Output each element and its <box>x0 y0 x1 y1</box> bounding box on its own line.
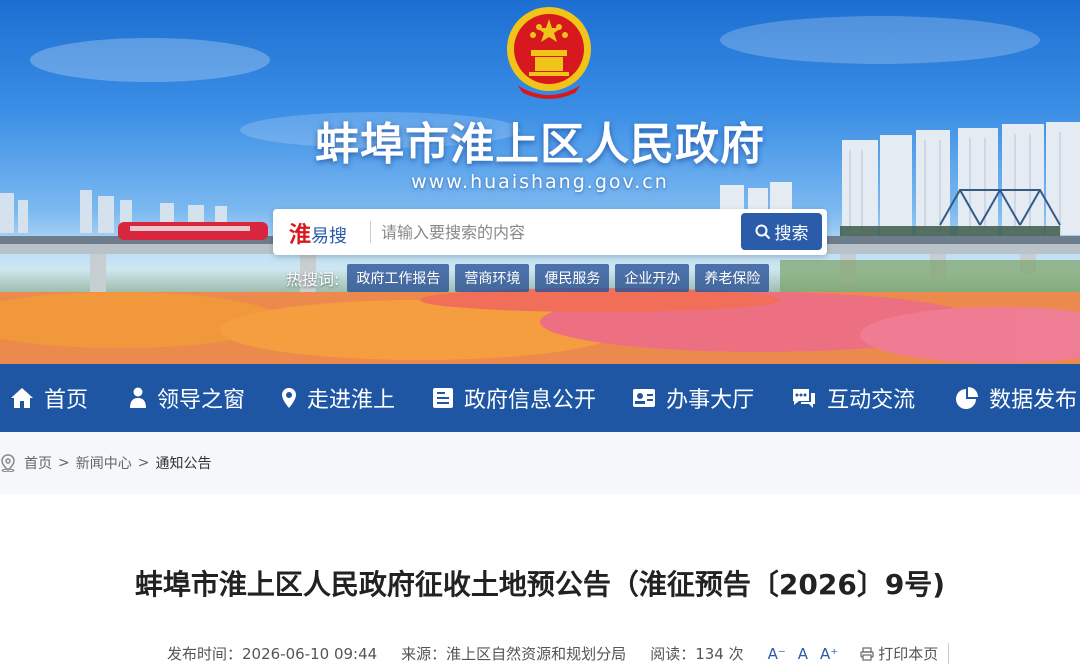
breadcrumb-separator: > <box>137 455 150 471</box>
nav-item-label: 首页 <box>44 388 89 413</box>
nav-item-label: 政府信息公开 <box>464 388 597 413</box>
search-brand-logo: 淮易搜 <box>289 222 348 248</box>
location-pin-icon <box>282 388 297 408</box>
person-icon <box>130 387 147 408</box>
site-title: 蚌埠市淮上区人民政府 <box>315 119 765 170</box>
search-button[interactable]: 搜索 <box>741 213 822 250</box>
chat-icon <box>793 389 816 408</box>
font-large-button[interactable]: A⁺ <box>820 645 838 663</box>
breadcrumb-notices[interactable]: 通知公告 <box>155 453 211 473</box>
font-size-controls: A⁻ A A⁺ <box>768 645 839 663</box>
nav-item-label: 走进淮上 <box>307 388 396 413</box>
id-card-icon <box>633 389 656 407</box>
search-divider <box>370 221 371 243</box>
nav-item-info-disclosure[interactable]: 政府信息公开 <box>432 364 596 432</box>
hot-search-label: 热搜词: <box>286 270 340 289</box>
nav-item-data-release[interactable]: 数据发布 <box>955 364 1077 432</box>
document-icon <box>433 388 454 408</box>
nav-item-leaders[interactable]: 领导之窗 <box>129 364 245 432</box>
main-nav: 首页 领导之窗 走进淮上 政府信息公开 办事大厅 互动交流 数据发布 <box>0 364 1080 432</box>
hot-tag[interactable]: 政府工作报告 <box>347 264 450 292</box>
nav-item-about[interactable]: 走进淮上 <box>281 364 395 432</box>
article-title: 蚌埠市淮上区人民政府征收土地预公告（淮征预告〔2026〕9号) <box>134 568 946 601</box>
breadcrumb-home[interactable]: 首页 <box>24 453 52 473</box>
hot-tag[interactable]: 便民服务 <box>535 264 610 292</box>
font-normal-button[interactable]: A <box>798 645 808 663</box>
nav-item-label: 办事大厅 <box>666 388 755 413</box>
breadcrumb-separator: > <box>58 455 70 471</box>
nav-item-label: 互动交流 <box>827 388 916 413</box>
nav-item-service-hall[interactable]: 办事大厅 <box>632 364 754 432</box>
printer-icon <box>860 646 874 661</box>
national-emblem-icon <box>507 7 591 99</box>
nav-item-label: 领导之窗 <box>157 388 246 413</box>
nav-item-interaction[interactable]: 互动交流 <box>791 364 915 432</box>
search-button-label: 搜索 <box>774 224 809 244</box>
hot-search: 热搜词: 政府工作报告 营商环境 便民服务 企业开办 养老保险 <box>286 264 775 292</box>
pie-chart-icon <box>956 387 979 409</box>
breadcrumb-bar: 首页 > 新闻中心 > 通知公告 <box>0 432 1080 494</box>
location-icon <box>1 454 15 472</box>
nav-item-label: 数据发布 <box>989 388 1078 413</box>
breadcrumb: 首页 > 新闻中心 > 通知公告 <box>0 453 211 473</box>
search-input[interactable] <box>381 218 731 246</box>
breadcrumb-news-center[interactable]: 新闻中心 <box>76 453 132 473</box>
hot-tag[interactable]: 营商环境 <box>455 264 530 292</box>
font-small-button[interactable]: A⁻ <box>768 645 786 663</box>
hot-tag[interactable]: 养老保险 <box>695 264 770 292</box>
nav-item-home[interactable]: 首页 <box>10 364 88 432</box>
header-banner: 蚌埠市淮上区人民政府 www.huaishang.gov.cn 淮易搜 搜索 热… <box>0 0 1080 364</box>
search-bar: 淮易搜 搜索 <box>273 209 827 255</box>
site-url: www.huaishang.gov.cn <box>411 171 669 193</box>
home-icon <box>11 388 33 408</box>
search-icon <box>755 224 770 239</box>
hot-tag[interactable]: 企业开办 <box>615 264 690 292</box>
